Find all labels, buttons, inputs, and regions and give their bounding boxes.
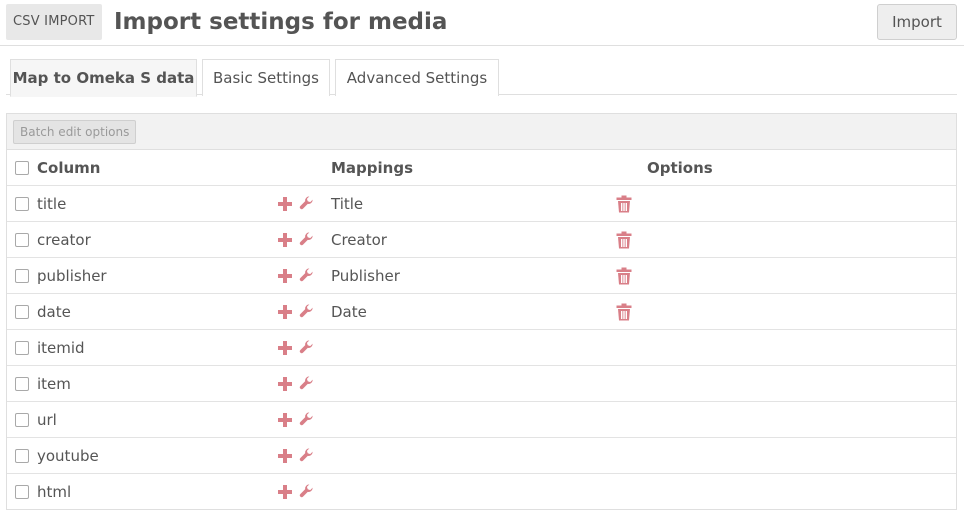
tab-map-to-omeka[interactable]: Map to Omeka S data bbox=[10, 59, 197, 97]
table-row: youtube bbox=[7, 438, 956, 474]
column-name: creator bbox=[37, 231, 91, 249]
wrench-icon[interactable] bbox=[299, 267, 316, 284]
table-row: title Title bbox=[7, 186, 956, 222]
trash-icon[interactable] bbox=[616, 231, 632, 249]
column-name: date bbox=[37, 303, 71, 321]
wrench-icon[interactable] bbox=[299, 303, 316, 320]
column-name: html bbox=[37, 483, 72, 501]
plus-icon[interactable] bbox=[277, 304, 293, 320]
trash-icon[interactable] bbox=[616, 303, 632, 321]
wrench-icon[interactable] bbox=[299, 231, 316, 248]
column-name: publisher bbox=[37, 267, 107, 285]
batch-bar: Batch edit options bbox=[7, 114, 956, 150]
tab-bar: Map to Omeka S data Basic Settings Advan… bbox=[6, 59, 957, 97]
mapping-label: Title bbox=[331, 195, 364, 213]
column-header: Column bbox=[37, 159, 101, 177]
mapping-label: Publisher bbox=[331, 267, 400, 285]
table-row: date Date bbox=[7, 294, 956, 330]
row-checkbox[interactable] bbox=[15, 305, 29, 319]
column-name: youtube bbox=[37, 447, 99, 465]
wrench-icon[interactable] bbox=[299, 411, 316, 428]
plus-icon[interactable] bbox=[277, 376, 293, 392]
tab-advanced-settings[interactable]: Advanced Settings bbox=[335, 59, 499, 96]
row-checkbox[interactable] bbox=[15, 341, 29, 355]
mappings-header: Mappings bbox=[331, 159, 414, 177]
plus-icon[interactable] bbox=[277, 232, 293, 248]
table-row: publisher Publisher bbox=[7, 258, 956, 294]
module-badge: CSV IMPORT bbox=[6, 4, 102, 40]
options-header: Options bbox=[647, 159, 713, 177]
trash-icon[interactable] bbox=[616, 195, 632, 213]
tab-basic-settings[interactable]: Basic Settings bbox=[202, 59, 330, 96]
plus-icon[interactable] bbox=[277, 484, 293, 500]
row-checkbox[interactable] bbox=[15, 413, 29, 427]
wrench-icon[interactable] bbox=[299, 339, 316, 356]
row-checkbox[interactable] bbox=[15, 197, 29, 211]
row-checkbox[interactable] bbox=[15, 449, 29, 463]
wrench-icon[interactable] bbox=[299, 375, 316, 392]
row-checkbox[interactable] bbox=[15, 233, 29, 247]
row-checkbox[interactable] bbox=[15, 485, 29, 499]
column-name: url bbox=[37, 411, 57, 429]
column-name: itemid bbox=[37, 339, 85, 357]
plus-icon[interactable] bbox=[277, 448, 293, 464]
row-checkbox[interactable] bbox=[15, 377, 29, 391]
plus-icon[interactable] bbox=[277, 196, 293, 212]
plus-icon[interactable] bbox=[277, 412, 293, 428]
page-title: Import settings for media bbox=[114, 9, 448, 35]
select-all-checkbox[interactable] bbox=[15, 161, 29, 175]
trash-icon[interactable] bbox=[616, 267, 632, 285]
wrench-icon[interactable] bbox=[299, 195, 316, 212]
table-row: itemid bbox=[7, 330, 956, 366]
table-row: html bbox=[7, 474, 956, 510]
column-name: item bbox=[37, 375, 71, 393]
plus-icon[interactable] bbox=[277, 340, 293, 356]
column-name: title bbox=[37, 195, 67, 213]
row-checkbox[interactable] bbox=[15, 269, 29, 283]
batch-edit-button[interactable]: Batch edit options bbox=[13, 120, 137, 144]
table-row: url bbox=[7, 402, 956, 438]
plus-icon[interactable] bbox=[277, 268, 293, 284]
mapping-label: Creator bbox=[331, 231, 387, 249]
import-button[interactable]: Import bbox=[877, 4, 957, 40]
table-header: Column Mappings Options bbox=[7, 150, 956, 186]
page-header: CSV IMPORT Import settings for media Imp… bbox=[0, 0, 964, 46]
wrench-icon[interactable] bbox=[299, 483, 316, 500]
table-row: creator Creator bbox=[7, 222, 956, 258]
table-row: item bbox=[7, 366, 956, 402]
wrench-icon[interactable] bbox=[299, 447, 316, 464]
mapping-panel: Batch edit options Column Mappings Optio… bbox=[6, 113, 957, 510]
mapping-label: Date bbox=[331, 303, 367, 321]
